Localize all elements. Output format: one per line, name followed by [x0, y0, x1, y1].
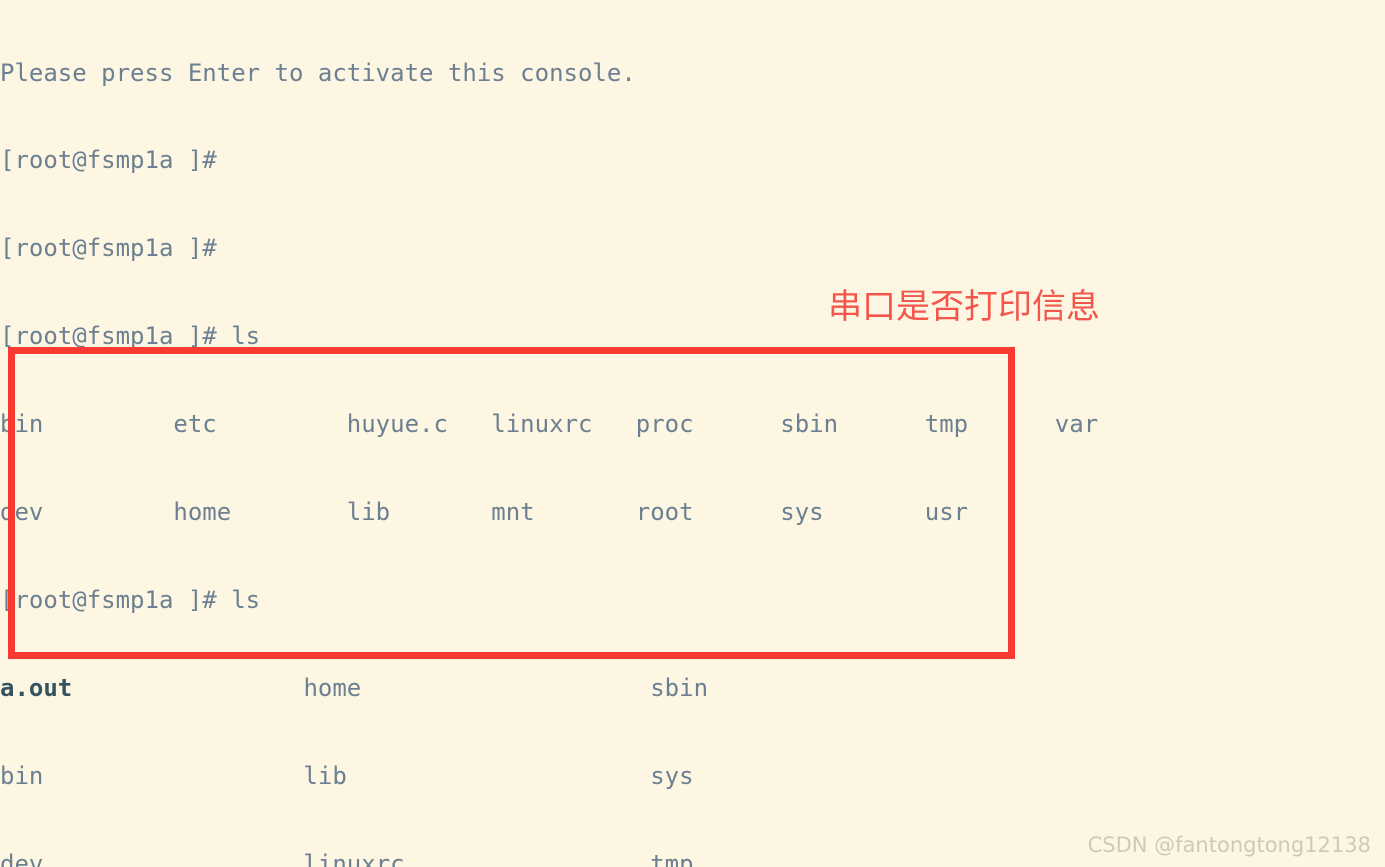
terminal-line: Please press Enter to activate this cons… — [0, 58, 636, 87]
watermark: CSDN @fantongtong12138 — [1087, 833, 1371, 857]
terminal-line: [root@fsmp1a ]# ls — [0, 322, 261, 351]
terminal-line: bin lib sys — [0, 761, 694, 790]
terminal-line-rest: home sbin — [72, 673, 709, 702]
terminal-screen: Please press Enter to activate this cons… — [0, 0, 1385, 867]
terminal-line: [root@fsmp1a ]# ls — [0, 585, 261, 614]
annotation-text: 串口是否打印信息 — [828, 287, 1100, 327]
executable-name: a.out — [0, 673, 73, 702]
terminal-line-executable: a.out home sbin — [0, 674, 1385, 703]
terminal-line: dev home lib mnt root sys usr — [0, 498, 969, 527]
terminal-output[interactable]: Please press Enter to activate this cons… — [0, 0, 1385, 867]
terminal-line: [root@fsmp1a ]# — [0, 146, 217, 175]
terminal-line: [root@fsmp1a ]# — [0, 234, 217, 263]
terminal-line: bin etc huyue.c linuxrc proc sbin tmp va… — [0, 410, 1099, 439]
